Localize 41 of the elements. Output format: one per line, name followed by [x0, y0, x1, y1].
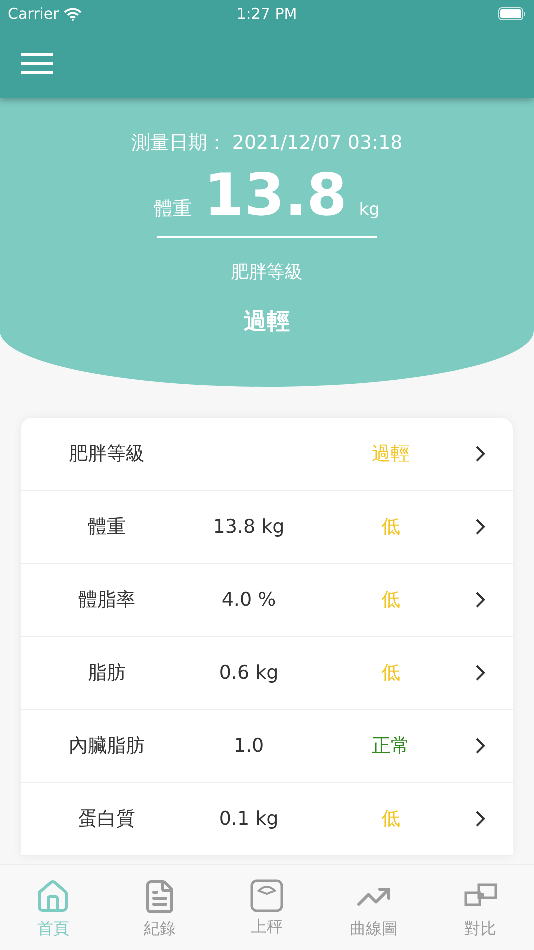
metric-row[interactable]: 肥胖等級 過輕	[21, 418, 513, 491]
chevron-icon	[475, 445, 487, 463]
chevron-icon	[475, 518, 487, 536]
scale-icon	[250, 879, 284, 913]
metric-status: 低	[382, 661, 400, 686]
obesity-level-value: 過輕	[244, 308, 290, 337]
chevron-icon	[475, 664, 487, 682]
carrier-label: Carrier	[8, 5, 60, 23]
metric-label: 體重	[88, 515, 126, 540]
metric-label: 肥胖等級	[69, 442, 145, 467]
weight-label: 體重	[154, 197, 192, 222]
metric-label: 體脂率	[78, 588, 136, 613]
metric-value: 0.6 kg	[219, 662, 279, 684]
status-time: 1:27 PM	[236, 5, 298, 23]
chevron-icon	[475, 591, 487, 609]
obesity-level-label: 肥胖等級	[231, 261, 303, 284]
metric-status: 低	[382, 588, 400, 613]
metric-row[interactable]: 脂肪 0.6 kg 低	[21, 637, 513, 710]
wifi-icon	[64, 8, 82, 20]
metric-row[interactable]: 內臟脂肪 1.0 正常	[21, 710, 513, 783]
weight-value: 13.8	[204, 160, 348, 231]
metric-row[interactable]: 蛋白質 0.1 kg 低	[21, 783, 513, 856]
metric-status: 低	[382, 515, 400, 540]
chevron-icon	[475, 810, 487, 828]
metric-label: 脂肪	[88, 661, 126, 686]
metric-row[interactable]: 體脂率 4.0 % 低	[21, 564, 513, 637]
metric-label: 蛋白質	[78, 807, 136, 832]
metric-status: 過輕	[372, 442, 410, 467]
metric-value: 1.0	[234, 735, 264, 757]
metric-row[interactable]: 體重 13.8 kg 低	[21, 491, 513, 564]
chevron-icon	[475, 737, 487, 755]
weight-unit: kg	[359, 200, 380, 220]
menu-button[interactable]	[21, 52, 53, 74]
measurement-date: 測量日期： 2021/12/07 03:18	[131, 131, 403, 156]
metric-value: 0.1 kg	[219, 808, 279, 830]
metric-status: 正常	[372, 734, 410, 759]
metric-value: 4.0 %	[222, 589, 276, 611]
metric-status: 低	[382, 807, 400, 832]
metric-label: 內臟脂肪	[69, 734, 145, 759]
battery-icon	[498, 7, 526, 21]
metric-value: 13.8 kg	[213, 516, 285, 538]
